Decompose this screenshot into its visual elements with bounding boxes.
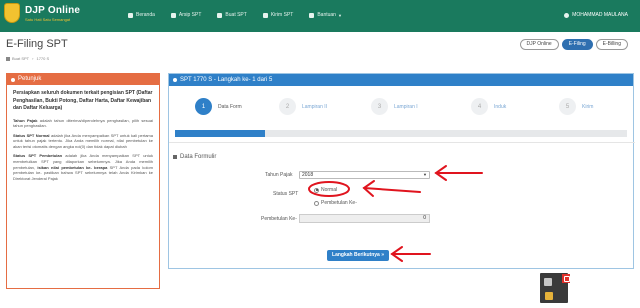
info-icon [11, 77, 15, 82]
chevron-down-icon: ▼ [337, 12, 342, 18]
nav-item-arsip-spt[interactable]: Arsip SPT [170, 12, 201, 18]
spt-form-panel: SPT 1770 S - Langkah ke- 1 dari 5 1 Data… [168, 73, 635, 269]
section-title: Data Formulir [173, 154, 216, 160]
tahun-pajak-select[interactable]: 2018 ▼ [299, 171, 430, 179]
help-icon [309, 12, 315, 18]
red-app-icon[interactable] [562, 274, 570, 283]
brand-title: DJP Online [25, 4, 81, 16]
edit-icon [217, 12, 223, 18]
instructions-tahun-pajak: Tahun Pajak adalah tahun diterima/dipero… [13, 117, 153, 129]
top-navbar: DJP Online Satu Hati Satu Semangat Beran… [0, 0, 640, 32]
status-pembetulan-radio[interactable]: Pembetulan Ke- [314, 200, 357, 206]
brand-subtitle: Satu Hati Satu Semangat [25, 16, 71, 22]
step-kirim[interactable]: 5 Kirim [559, 98, 593, 115]
step-lampiran-ii[interactable]: 2 Lampiran II [279, 98, 327, 115]
nav-item-buat-spt[interactable]: Buat SPT [217, 12, 247, 18]
home-icon [128, 12, 133, 18]
progress-fill [175, 130, 266, 137]
tahun-pajak-label: Tahun Pajak [265, 172, 293, 178]
pembetulan-ke-label: Pembetulan Ke- [261, 216, 297, 222]
djp-logo-icon [4, 3, 20, 23]
status-normal-radio[interactable]: Normal [314, 187, 337, 193]
instructions-lead: Persiapkan seluruh dokumen terkait pengi… [13, 90, 153, 111]
wizard-progress-bar [175, 130, 627, 137]
user-name: MOHAMMAD MAULANA [572, 12, 628, 18]
user-icon [564, 12, 570, 18]
service-switcher: DJP Online E-Filing E-Billing [517, 39, 628, 50]
step-lampiran-i[interactable]: 3 Lampiran I [371, 98, 418, 115]
archive-icon [170, 12, 176, 18]
info-icon [173, 78, 177, 82]
file-icon [173, 155, 177, 159]
status-spt-label: Status SPT [273, 191, 299, 197]
user-menu[interactable]: MOHAMMAD MAULANA [564, 12, 628, 18]
instructions-header: Petunjuk [7, 74, 159, 85]
app-icon[interactable] [544, 278, 552, 286]
instructions-status-pembetulan: Status SPT Pembetulan adalah jika Anda m… [13, 153, 153, 181]
brand[interactable]: DJP Online Satu Hati Satu Semangat [4, 3, 80, 23]
instructions-status-normal: Status SPT Normal adalah jika Anda menya… [13, 132, 153, 149]
pill-e-billing[interactable]: E-Billing [595, 39, 628, 50]
send-icon [262, 12, 268, 18]
wizard-steps: 1 Data Form 2 Lampiran II 3 Lampiran I 4… [169, 98, 635, 116]
nav-item-beranda[interactable]: Beranda [128, 12, 155, 18]
next-step-button[interactable]: Langkah Berikutnya » [327, 250, 389, 261]
nav-item-kirim-spt[interactable]: Kirim SPT [262, 12, 293, 18]
form-panel-header: SPT 1770 S - Langkah ke- 1 dari 5 [169, 74, 633, 86]
radio-selected-icon[interactable] [314, 187, 319, 193]
instructions-panel: Petunjuk Persiapkan seluruh dokumen terk… [6, 73, 160, 289]
radio-icon[interactable] [314, 200, 319, 206]
breadcrumb-item[interactable]: Buat SPT [12, 56, 29, 61]
home-icon [6, 56, 10, 61]
app-icon[interactable] [545, 292, 553, 300]
breadcrumb: Buat SPT › 1770 S [6, 56, 49, 61]
pill-djp-online[interactable]: DJP Online [519, 39, 559, 50]
nav-item-bantuan[interactable]: Bantuan ▼ [309, 12, 342, 18]
step-data-form[interactable]: 1 Data Form [195, 98, 242, 115]
chevron-down-icon: ▼ [423, 172, 427, 177]
breadcrumb-item: 1770 S [36, 56, 50, 61]
page-title: E-Filing SPT [6, 38, 68, 50]
pembetulan-ke-input[interactable]: 0 [299, 214, 430, 223]
pill-e-filing[interactable]: E-Filing [561, 39, 593, 50]
nav-menu: Beranda Arsip SPT Buat SPT Kirim SPT Ban… [128, 12, 358, 18]
step-induk[interactable]: 4 Induk [471, 98, 506, 115]
